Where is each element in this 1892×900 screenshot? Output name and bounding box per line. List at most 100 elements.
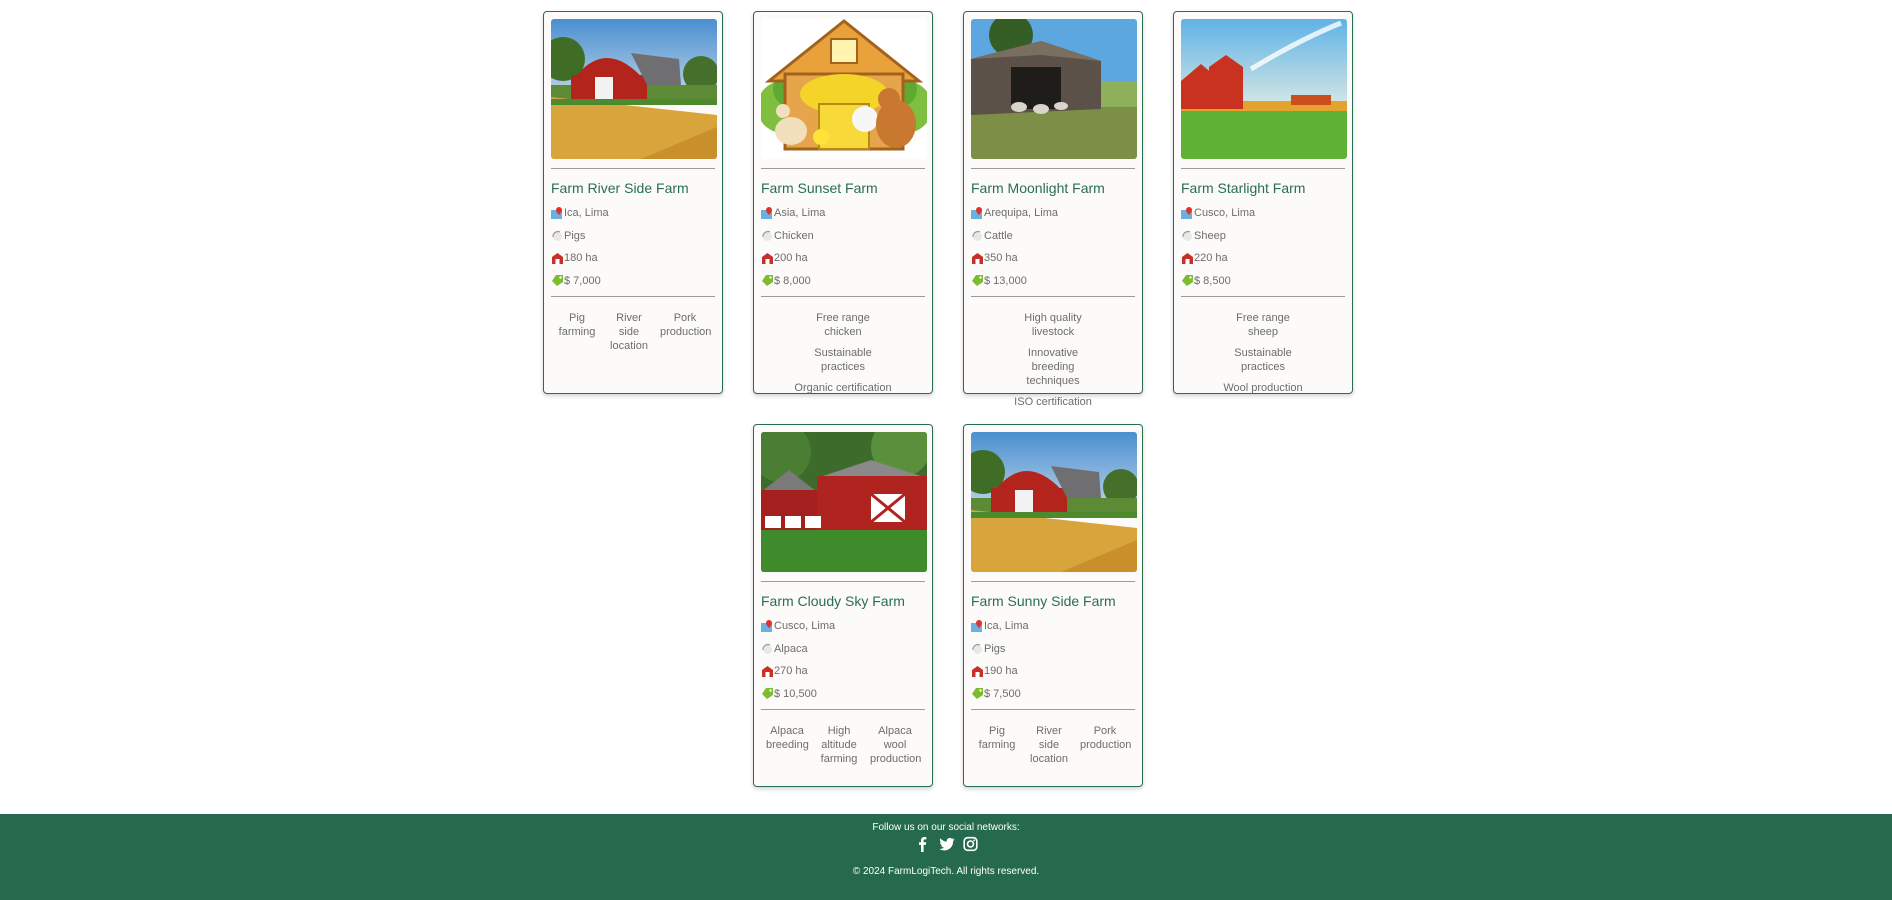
farm-title: Farm Sunny Side Farm [971, 593, 1116, 609]
farm-price-row: $ 7,500 [971, 687, 1135, 701]
feature-item: Sustainable practices [1234, 347, 1292, 373]
price-tag-icon [551, 274, 564, 287]
feature-item: Pork production [1080, 725, 1132, 751]
price-tag-icon [971, 687, 984, 700]
farm-location-row: Cusco, Lima [761, 619, 925, 633]
site-footer: Follow us on our social networks: © 2024… [0, 814, 1892, 900]
facebook-icon[interactable] [915, 836, 930, 852]
farm-price-row: $ 10,500 [761, 687, 925, 701]
feature-item: Alpaca wool production [870, 725, 922, 765]
barn-icon [761, 665, 774, 678]
farm-location: Ica, Lima [984, 620, 1029, 632]
farm-area: 270 ha [774, 665, 808, 677]
copyright-text: © 2024 FarmLogiTech. All rights reserved… [852, 866, 1040, 877]
farm-animal-row: Cattle [971, 229, 1135, 243]
farm-area: 180 ha [564, 252, 598, 264]
farm-location-row: Asia, Lima [761, 206, 925, 220]
farm-animal-row: Pigs [971, 642, 1135, 656]
farm-animal: Alpaca [774, 642, 808, 655]
farm-card[interactable]: Farm Sunset Farm Asia, Lima Chicken 200 … [753, 11, 933, 394]
feature-item: Free range chicken [816, 312, 870, 338]
animal-icon [761, 229, 774, 242]
farm-area: 220 ha [1194, 252, 1228, 264]
feature-item: Free range sheep [1236, 312, 1290, 338]
animal-icon [761, 642, 774, 655]
feature-list: Free range chicken Sustainable practices O… [761, 297, 925, 402]
farm-title: Farm Starlight Farm [1181, 180, 1306, 196]
barn-icon [761, 252, 774, 265]
farm-card[interactable]: Farm Cloudy Sky Farm Cusco, Lima Alpaca … [753, 424, 933, 787]
divider [971, 581, 1135, 582]
farm-price-row: $ 7,000 [551, 274, 715, 288]
map-pin-icon [761, 619, 774, 633]
map-pin-icon [971, 206, 984, 220]
animal-icon [1181, 229, 1194, 242]
map-pin-icon [761, 206, 774, 220]
twitter-icon[interactable] [938, 836, 954, 852]
barn-icon [971, 252, 984, 265]
farm-price: $ 13,000 [984, 274, 1027, 287]
farm-area-row: 190 ha [971, 664, 1135, 678]
price-tag-icon [761, 687, 774, 700]
feature-list: High quality livestock Innovative breedin… [971, 297, 1135, 416]
farm-animal: Pigs [564, 229, 586, 242]
farm-location: Cusco, Lima [1194, 207, 1256, 219]
farm-title: Farm Moonlight Farm [971, 180, 1105, 196]
farm-area-row: 180 ha [551, 251, 715, 265]
farm-animal: Sheep [1194, 229, 1226, 242]
animal-icon [971, 229, 984, 242]
feature-list: Pig farming River side location Pork produ… [551, 297, 715, 360]
farm-price-row: $ 8,500 [1181, 274, 1345, 288]
price-tag-icon [761, 274, 774, 287]
farm-animal: Pigs [984, 642, 1006, 655]
map-pin-icon [1181, 206, 1194, 220]
map-pin-icon [971, 619, 984, 633]
farm-title: Farm River Side Farm [551, 180, 689, 196]
farm-card[interactable]: Farm Moonlight Farm Arequipa, Lima Cattl… [963, 11, 1143, 408]
follow-text: Follow us on our social networks: [872, 822, 1020, 833]
farm-animal: Cattle [984, 229, 1013, 242]
divider [761, 581, 925, 582]
feature-list: Alpaca breeding High altitude farming Alpa… [761, 710, 925, 773]
farm-animal-row: Pigs [551, 229, 715, 243]
feature-item: Alpaca breeding [766, 725, 809, 751]
feature-item: ISO certification [1014, 396, 1092, 408]
map-pin-icon [551, 206, 564, 220]
feature-item: Sustainable practices [814, 347, 872, 373]
farm-card[interactable]: Farm Starlight Farm Cusco, Lima Sheep 22… [1173, 11, 1353, 394]
farm-location: Arequipa, Lima [984, 207, 1058, 219]
farm-card[interactable]: Farm Sunny Side Farm Ica, Lima Pigs 190 … [963, 424, 1143, 787]
farm-location-row: Ica, Lima [551, 206, 715, 220]
feature-item: Pig farming [558, 312, 596, 338]
barn-icon [1181, 252, 1194, 265]
feature-item: Pig farming [978, 725, 1016, 751]
farm-price: $ 8,000 [774, 274, 811, 287]
farm-animal-row: Alpaca [761, 642, 925, 656]
farm-price: $ 7,500 [984, 687, 1021, 700]
feature-item: Pork production [660, 312, 712, 338]
animal-icon [551, 229, 564, 242]
farm-area-row: 350 ha [971, 251, 1135, 265]
feature-item: Wool production [1223, 382, 1303, 394]
farm-location: Ica, Lima [564, 207, 609, 219]
feature-item: High quality livestock [1024, 312, 1082, 338]
instagram-icon[interactable] [962, 836, 978, 852]
farm-animal-row: Sheep [1181, 229, 1345, 243]
farm-title: Farm Cloudy Sky Farm [761, 593, 905, 609]
farm-area-row: 200 ha [761, 251, 925, 265]
farm-location-row: Ica, Lima [971, 619, 1135, 633]
farm-card[interactable]: Farm River Side Farm Ica, Lima Pigs 180 … [543, 11, 723, 394]
price-tag-icon [971, 274, 984, 287]
farm-title: Farm Sunset Farm [761, 180, 878, 196]
farm-image [971, 19, 1137, 159]
farm-location: Asia, Lima [774, 207, 826, 219]
farm-animal-row: Chicken [761, 229, 925, 243]
price-tag-icon [1181, 274, 1194, 287]
farm-area: 190 ha [984, 665, 1018, 677]
farm-area-row: 270 ha [761, 664, 925, 678]
farm-area-row: 220 ha [1181, 251, 1345, 265]
feature-item: River side location [610, 312, 648, 352]
farm-image [551, 19, 717, 159]
farm-price: $ 7,000 [564, 274, 601, 287]
farm-animal: Chicken [774, 229, 814, 242]
